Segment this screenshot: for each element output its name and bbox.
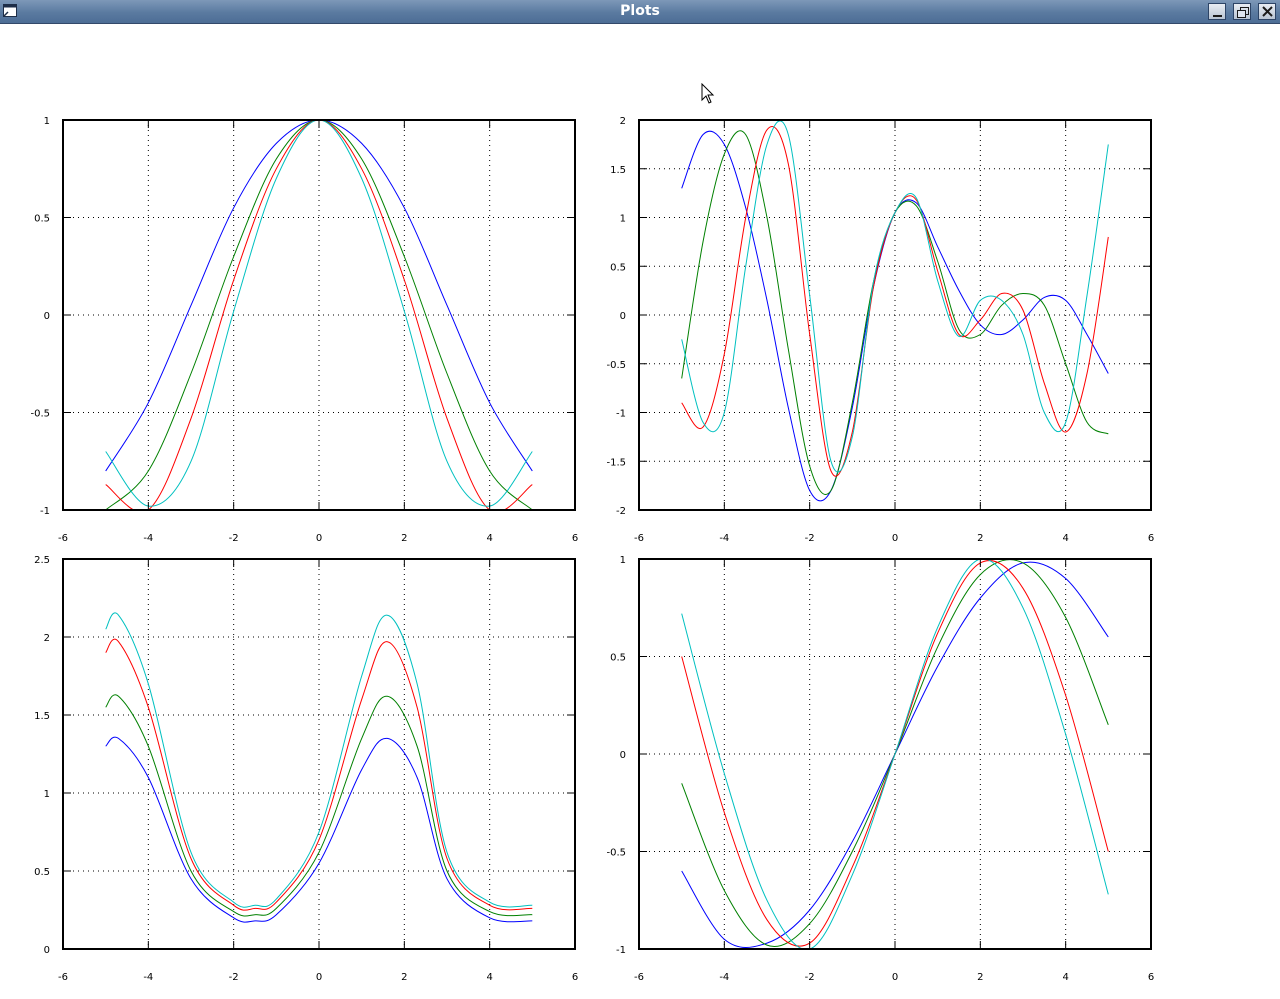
x-tick-label: 2 — [977, 972, 983, 983]
y-tick-label: 0 — [44, 945, 50, 956]
plot-panel-2: -6 -4 -2 0 2 4 6 -2 -1.5 -1 -0.5 0 0.5 1 1.5 2 — [606, 116, 1154, 544]
series-line-2 — [105, 694, 533, 917]
y-tick-label: 2.5 — [34, 555, 50, 566]
y-tick-label: -1 — [616, 409, 626, 420]
plot-panel-4: -6 -4 -2 0 2 4 6 -1 -0.5 0 0.5 1 — [606, 555, 1154, 983]
plot-panel-1: -6 -4 -2 0 2 4 6 -1 -0.5 0 0.5 1 — [30, 116, 578, 544]
x-tick-label: 0 — [316, 972, 322, 983]
x-tick-label: 2 — [401, 533, 407, 544]
y-tick-label: 0 — [44, 311, 50, 322]
y-tick-label: -1.5 — [606, 457, 626, 468]
y-tick-label: 1 — [44, 116, 50, 127]
x-tick-label: 6 — [1148, 533, 1154, 544]
x-tick-label: 6 — [572, 533, 578, 544]
x-tick-label: 6 — [1148, 972, 1154, 983]
x-tick-label: -4 — [143, 972, 153, 983]
window-title: Plots — [620, 3, 660, 19]
x-tick-label: 6 — [572, 972, 578, 983]
y-tick-label: -2 — [616, 506, 626, 517]
y-tick-label: 1 — [620, 214, 626, 225]
y-tick-label: 2 — [620, 116, 626, 127]
window-titlebar[interactable]: Plots — [0, 0, 1280, 24]
y-tick-label: 1.5 — [610, 165, 626, 176]
close-button[interactable] — [1258, 3, 1276, 20]
y-tick-label: 0 — [620, 750, 626, 761]
x-tick-label: 0 — [892, 972, 898, 983]
minimize-icon — [1213, 15, 1222, 17]
x-tick-label: -2 — [805, 533, 815, 544]
x-tick-label: 2 — [977, 533, 983, 544]
y-tick-label: -0.5 — [606, 360, 626, 371]
x-tick-label: 4 — [1062, 972, 1068, 983]
x-tick-label: -6 — [634, 972, 644, 983]
series-line-3 — [681, 126, 1109, 477]
plots-canvas: -6 -4 -2 0 2 4 6-1-0.500.51-6 -4 -2 0 2 4 6-2-1.5-1-… — [30, 116, 1154, 983]
x-tick-label: -4 — [719, 533, 729, 544]
x-tick-label: 2 — [401, 972, 407, 983]
plot-window-client: -6 -4 -2 0 2 4 6 -1 -0.5 0 0.5 1 -6 -4 -2 0 2 4 6 -2 -1.5 -1-… — [0, 24, 1280, 999]
minimize-button[interactable] — [1208, 3, 1226, 20]
series-line-3 — [105, 120, 533, 510]
x-tick-label: -2 — [805, 972, 815, 983]
x-tick-label: 4 — [486, 972, 492, 983]
y-tick-label: 0.5 — [34, 214, 50, 225]
series-line-4 — [681, 120, 1109, 473]
x-tick-label: -6 — [634, 533, 644, 544]
y-tick-label: 0.5 — [34, 867, 50, 878]
x-tick-label: 0 — [316, 533, 322, 544]
close-icon — [1262, 6, 1273, 17]
series-line-4 — [105, 120, 533, 507]
x-tick-label: -4 — [143, 533, 153, 544]
y-tick-label: 1 — [620, 555, 626, 566]
y-tick-label: 2 — [44, 633, 50, 644]
x-tick-label: -2 — [229, 972, 239, 983]
y-tick-label: 1 — [44, 789, 50, 800]
y-tick-label: 0.5 — [610, 653, 626, 664]
maximize-button[interactable] — [1233, 3, 1251, 20]
x-tick-label: 4 — [486, 533, 492, 544]
restore-icon — [1237, 7, 1249, 18]
y-tick-label: -1 — [616, 945, 626, 956]
x-tick-label: 4 — [1062, 533, 1068, 544]
x-tick-label: 0 — [892, 533, 898, 544]
y-tick-label: 0.5 — [610, 262, 626, 273]
y-tick-label: -0.5 — [606, 848, 626, 859]
x-tick-label: -4 — [719, 972, 729, 983]
y-tick-label: -1 — [40, 506, 50, 517]
y-tick-label: 0 — [620, 311, 626, 322]
y-tick-label: 1.5 — [34, 711, 50, 722]
x-tick-label: -2 — [229, 533, 239, 544]
x-tick-label: -6 — [58, 533, 68, 544]
mouse-pointer-icon — [701, 83, 715, 104]
y-tick-label: -0.5 — [30, 409, 50, 420]
plot-panel-3: -6 -4 -2 0 2 4 6 0 0.5 1 1.5 2 2.5 — [34, 555, 578, 983]
x-tick-label: -6 — [58, 972, 68, 983]
